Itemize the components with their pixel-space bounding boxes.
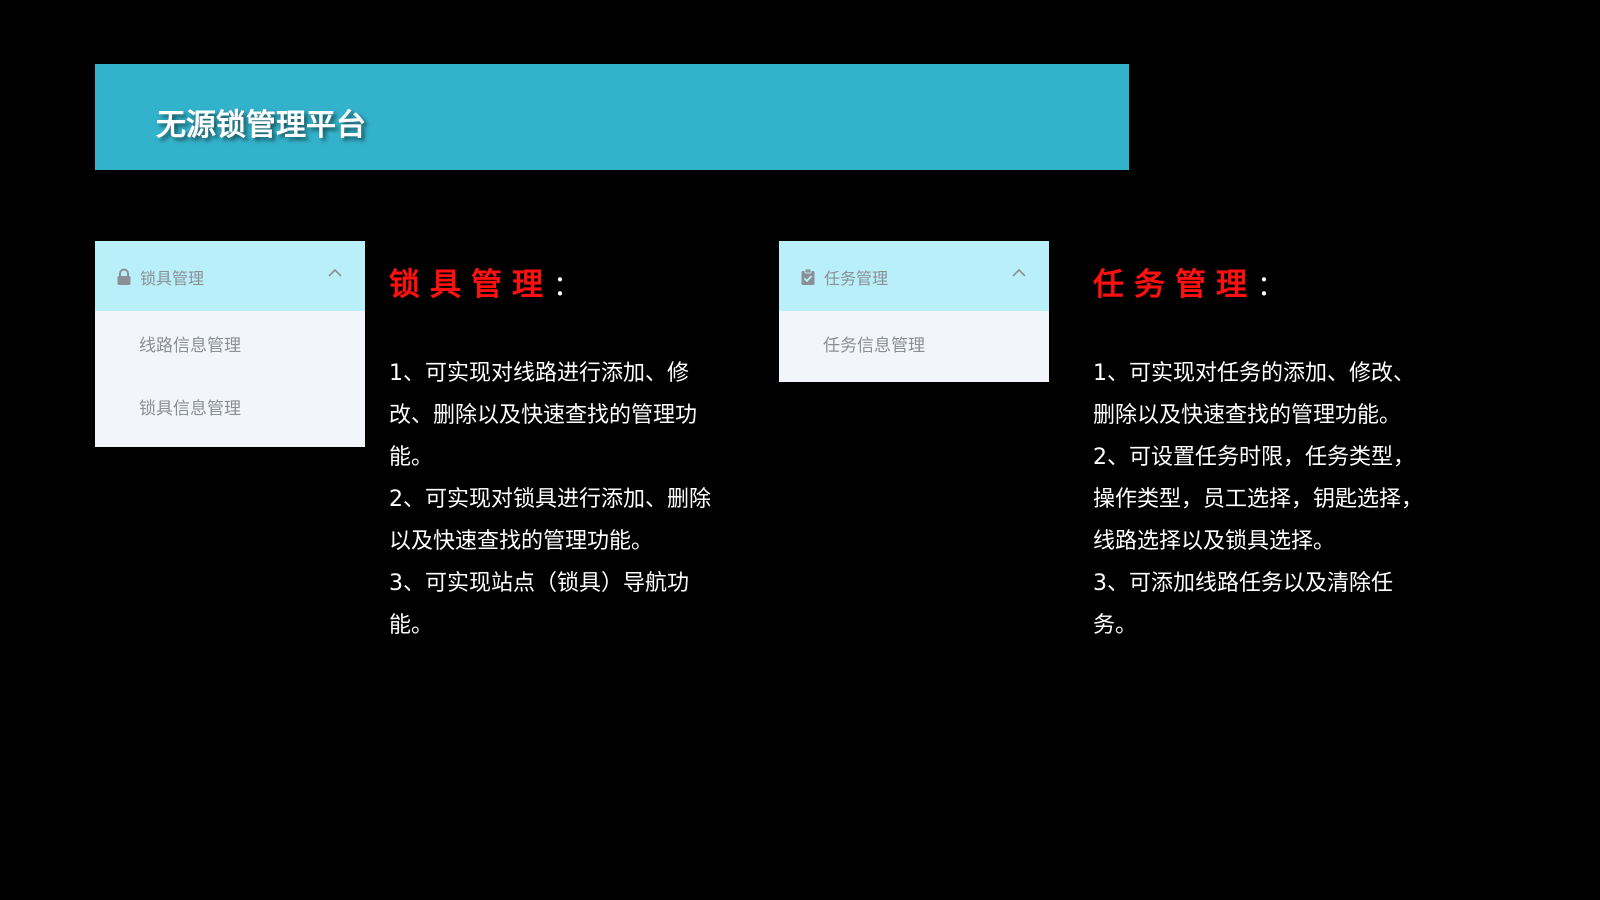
lock-desc-line-2: 2、可实现对锁具进行添加、删除以及快速查找的管理功能。 (389, 487, 711, 554)
task-management-menu-label: 任务管理 (824, 269, 889, 288)
menu-item-task-info[interactable]: 任务信息管理 (779, 311, 1049, 374)
task-desc-line-1: 1、可实现对任务的添加、修改、删除以及快速查找的管理功能。 (1093, 361, 1415, 428)
chevron-up-icon[interactable] (1011, 267, 1027, 279)
lock-desc-line-1: 1、可实现对线路进行添加、修改、删除以及快速查找的管理功能。 (389, 361, 698, 470)
task-management-menu: 任务管理 任务信息管理 (779, 241, 1049, 382)
chevron-up-icon[interactable] (327, 267, 343, 279)
lock-icon (117, 268, 131, 285)
task-section-description: 1、可实现对任务的添加、修改、删除以及快速查找的管理功能。 2、可设置任务时限，… (1093, 353, 1423, 647)
menu-item-label: 锁具信息管理 (139, 399, 241, 419)
task-section-title: 任务管理： (1093, 259, 1285, 304)
task-section-title-text: 任务管理 (1093, 267, 1257, 303)
lock-management-menu: 锁具管理 线路信息管理 锁具信息管理 (95, 241, 365, 447)
lock-section-description: 1、可实现对线路进行添加、修改、删除以及快速查找的管理功能。 2、可实现对锁具进… (389, 353, 719, 647)
lock-management-menu-label: 锁具管理 (140, 269, 205, 288)
platform-title: 无源锁管理平台 (156, 108, 366, 143)
menu-item-label: 任务信息管理 (823, 336, 925, 356)
lock-management-menu-header[interactable]: 锁具管理 (95, 241, 365, 311)
task-desc-line-2: 2、可设置任务时限，任务类型，操作类型，员工选择，钥匙选择，线路选择以及锁具选择… (1093, 445, 1424, 554)
menu-item-label: 线路信息管理 (139, 336, 241, 356)
lock-section-title-text: 锁具管理 (389, 267, 553, 303)
menu-item-route-info[interactable]: 线路信息管理 (95, 311, 365, 374)
task-management-menu-header[interactable]: 任务管理 (779, 241, 1049, 311)
clipboard-check-icon (801, 268, 815, 285)
task-desc-line-3: 3、可添加线路任务以及清除任务。 (1093, 571, 1393, 638)
lock-section-title: 锁具管理： (389, 259, 581, 304)
header-banner: 无源锁管理平台 (95, 64, 1129, 170)
slide: 无源锁管理平台 锁具管理 线路信息管理 锁具信息管理 锁具管理： 1、可实现对线… (0, 0, 1600, 900)
lock-section-title-colon: ： (553, 269, 582, 302)
menu-item-lock-info[interactable]: 锁具信息管理 (95, 374, 365, 437)
lock-desc-line-3: 3、可实现站点（锁具）导航功能。 (389, 571, 689, 638)
task-section-title-colon: ： (1257, 269, 1286, 302)
